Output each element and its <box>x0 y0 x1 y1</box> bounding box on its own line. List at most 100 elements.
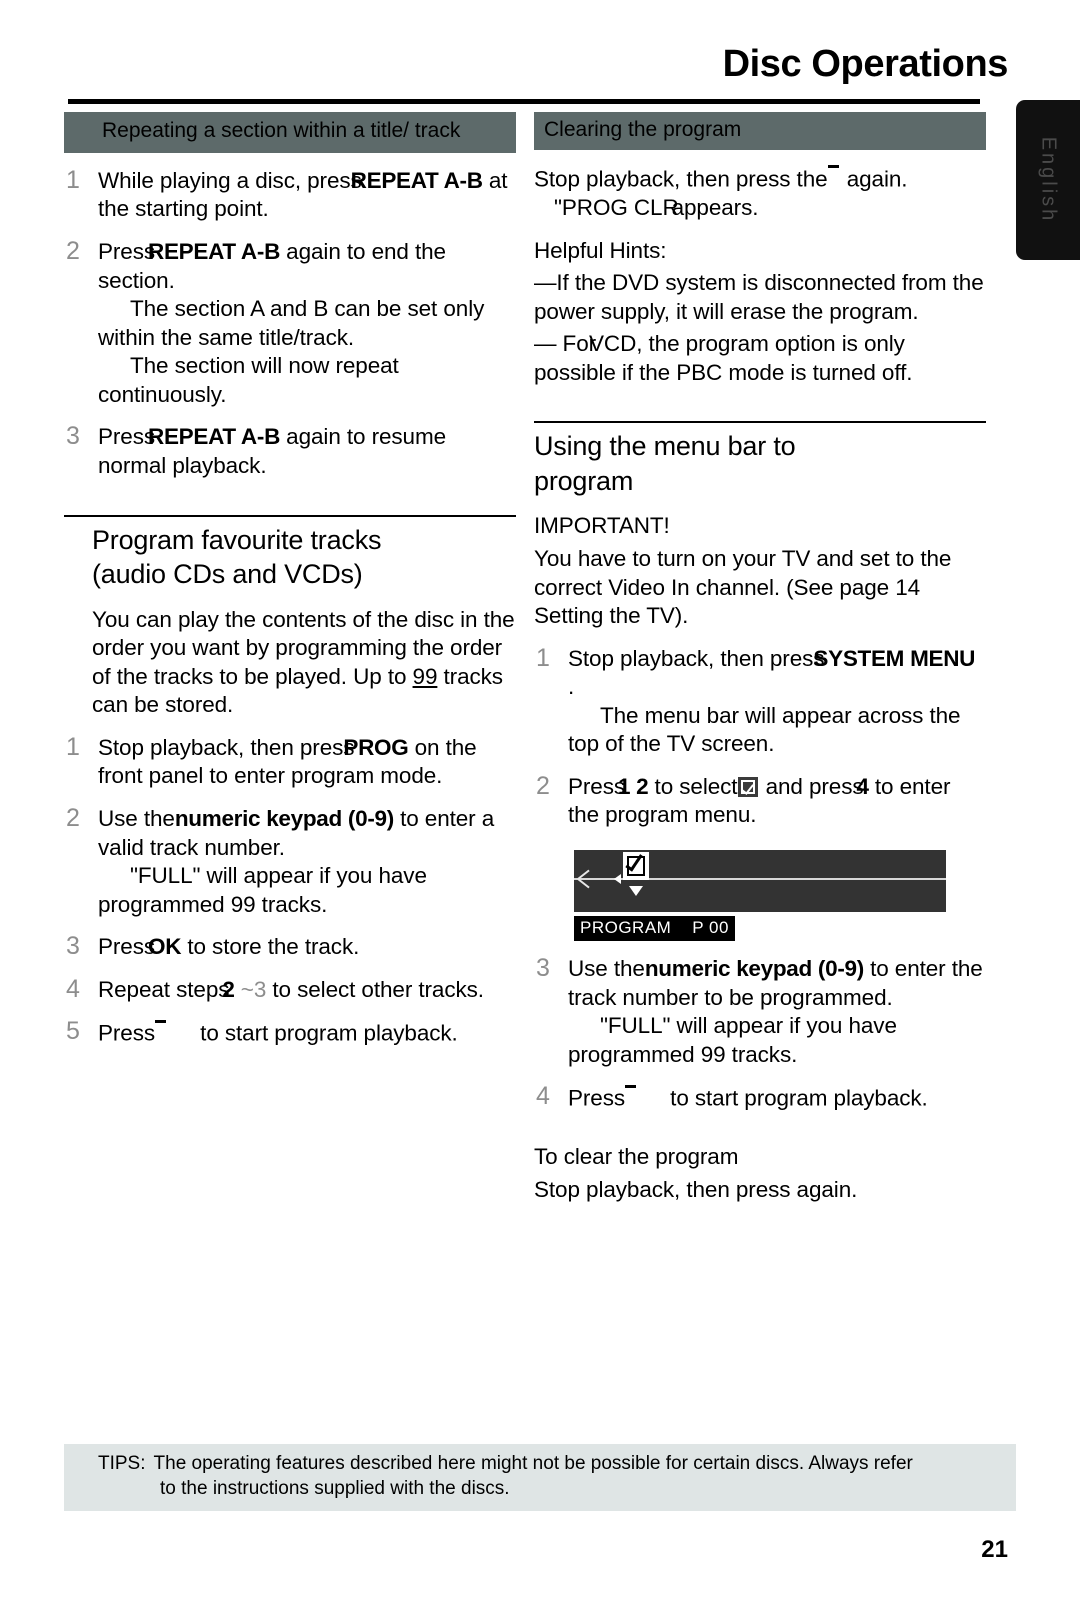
section-heading-line2: program <box>534 465 634 496</box>
step-text-cont-2: and press <box>759 773 864 799</box>
step-text: Stop playback, then press <box>568 645 825 671</box>
section-heading-line2: (audio CDs and VCDs) <box>92 559 363 590</box>
button-name-system-menu: SYSTEM MENU <box>813 645 976 671</box>
clear-program-paragraph: Stop playback, then press the again. "PR… <box>534 164 986 223</box>
section-banner-clearing: Clearing the program <box>534 112 986 150</box>
list-item: 1 While playing a disc, pressREPEAT A-B a… <box>64 165 516 224</box>
list-item: 5 Press to start program playback. <box>64 1017 516 1048</box>
right-column: Clearing the program Stop playback, then… <box>534 112 986 1204</box>
step-number: 1 <box>66 165 80 194</box>
tips-row-1: TIPS: The operating features described h… <box>98 1452 1006 1477</box>
step-note: "FULL" will appear if you have programme… <box>98 862 516 919</box>
step-note: The section A and B can be set only with… <box>98 295 516 352</box>
menu-bar <box>574 850 946 913</box>
step-text-cont: . <box>568 674 575 700</box>
arrow-left-icon <box>578 868 600 890</box>
tips-line-2: to the instructions supplied with the di… <box>160 1477 510 1499</box>
page-title: Disc Operations <box>722 43 1009 85</box>
step-text: Press <box>98 424 156 450</box>
step-text-cont: to start program playback. <box>194 1020 458 1046</box>
step-note-text: "FULL" will appear if you have programme… <box>98 863 427 917</box>
step-text: Press <box>568 773 626 799</box>
list-item: 3 PressREPEAT A-B again to resume normal … <box>64 422 516 480</box>
step-number: 1 <box>66 732 80 761</box>
button-name-repeat-ab: REPEAT A-B <box>148 239 281 264</box>
clear-program-heading: To clear the program <box>534 1144 739 1170</box>
section-banner-repeating: Repeating a section within a title/ trac… <box>64 112 516 153</box>
button-name-repeat-ab: REPEAT A-B <box>350 167 483 193</box>
tips-line-1: The operating features described here mi… <box>153 1453 913 1474</box>
step-number: 2 <box>66 803 80 832</box>
step-text: Use the <box>98 805 175 831</box>
section-heading-line1: Using the menu bar to <box>534 431 796 462</box>
play-icon <box>155 1018 168 1041</box>
step-note-text: The section A and B can be set only with… <box>98 296 485 350</box>
list-item: 3 Use thenumeric keypad (0-9) to enter th… <box>534 954 986 1069</box>
caret-down-icon <box>629 886 643 897</box>
step-number: 5 <box>66 1017 80 1046</box>
step-text: Press <box>568 1085 626 1111</box>
step-text-cont: to select <box>648 773 738 799</box>
step-number: 2 <box>66 237 80 265</box>
helpful-hint-2: — ForVCD, the program option is only pos… <box>534 330 986 387</box>
button-name-ok: OK <box>148 934 182 960</box>
key-name-4: 4 <box>856 773 870 799</box>
clear-program-footer: Stop playback, then press again. <box>534 1176 858 1202</box>
caret-left-icon <box>614 874 621 885</box>
tips-box: TIPS: The operating features described h… <box>64 1444 1016 1512</box>
step-number: 3 <box>66 932 80 961</box>
step-text: Stop playback, then press <box>98 734 355 760</box>
step-text-cont: to store the track. <box>181 934 360 960</box>
osd-text-prog-clr: "PROG CLR <box>554 194 679 220</box>
stop-icon <box>827 164 841 187</box>
list-item: 4 Press to start program playback. <box>534 1082 986 1113</box>
step-text: While playing a disc, press <box>98 167 362 193</box>
step-text: Repeat steps <box>98 976 230 1002</box>
important-body: You have to turn on your TV and set to t… <box>534 545 952 629</box>
step-text-cont: to select other tracks. <box>266 976 484 1002</box>
step-ref-3: 3 <box>253 976 267 1002</box>
list-item: 2 PressREPEAT A-B again to end the sectio… <box>64 237 516 409</box>
step-number: 4 <box>66 974 80 1003</box>
section-heading: Program favourite tracks (audio CDs and … <box>64 523 516 592</box>
step-number: 4 <box>536 1082 550 1111</box>
program-menu-graphic: PROGRAM P 00 <box>574 850 946 942</box>
hint-2-b: VCD, the program option is only possible… <box>534 331 913 385</box>
checkmark-icon <box>738 776 759 797</box>
heading-rule <box>64 514 516 517</box>
clear-line1-b: again. <box>840 166 908 192</box>
heading-block-program-tracks: Program favourite tracks (audio CDs and … <box>64 514 516 592</box>
clear-line2-b: appears. <box>671 194 759 220</box>
program-checkmark-icon <box>623 851 649 881</box>
control-name-numeric-keypad: numeric keypad (0-9) <box>644 956 864 982</box>
button-name-repeat-ab: REPEAT A-B <box>148 424 281 450</box>
left-column: Repeating a section within a title/ trac… <box>64 112 516 1048</box>
list-item: 2 Press1 2 to select and press4 to enter … <box>534 771 986 830</box>
step-note-text: The menu bar will appear across the top … <box>568 702 961 757</box>
heading-block-menu-bar: Using the menu bar to program <box>534 421 986 498</box>
heading-rule <box>534 421 986 424</box>
step-text-cont: to start program playback. <box>664 1085 928 1111</box>
button-name-prog: PROG <box>343 734 409 760</box>
step-number: 2 <box>536 771 550 800</box>
helpful-hint-1: —If the DVD system is disconnected from … <box>534 270 984 324</box>
helpful-hints-title: Helpful Hints: <box>534 237 667 263</box>
list-item: 1 Stop playback, then pressPROG on the fr… <box>64 732 516 791</box>
list-item: 2 Use thenumeric keypad (0-9) to enter a … <box>64 803 516 919</box>
list-item: 3 PressOK to store the track. <box>64 932 516 962</box>
step-text: Press <box>98 1020 156 1046</box>
important-title: IMPORTANT! <box>534 513 670 539</box>
step-number: 3 <box>66 422 80 451</box>
program-menu-label: PROGRAM P 00 <box>574 916 735 942</box>
step-ref-2: 2 <box>222 976 235 1002</box>
step-text: Press <box>98 239 156 264</box>
hint-2-a: — For <box>534 331 597 357</box>
step-note-text: The section will now repeat continuously… <box>98 353 399 407</box>
key-name-2: 2 <box>630 773 649 799</box>
intro-paragraph: You can play the contents of the disc in… <box>64 606 516 720</box>
step-text: Press <box>98 934 156 960</box>
step-range-separator: ~ <box>234 976 254 1002</box>
step-text: Use the <box>568 956 645 982</box>
step-number: 1 <box>536 643 550 672</box>
key-name-1: 1 <box>618 773 631 799</box>
